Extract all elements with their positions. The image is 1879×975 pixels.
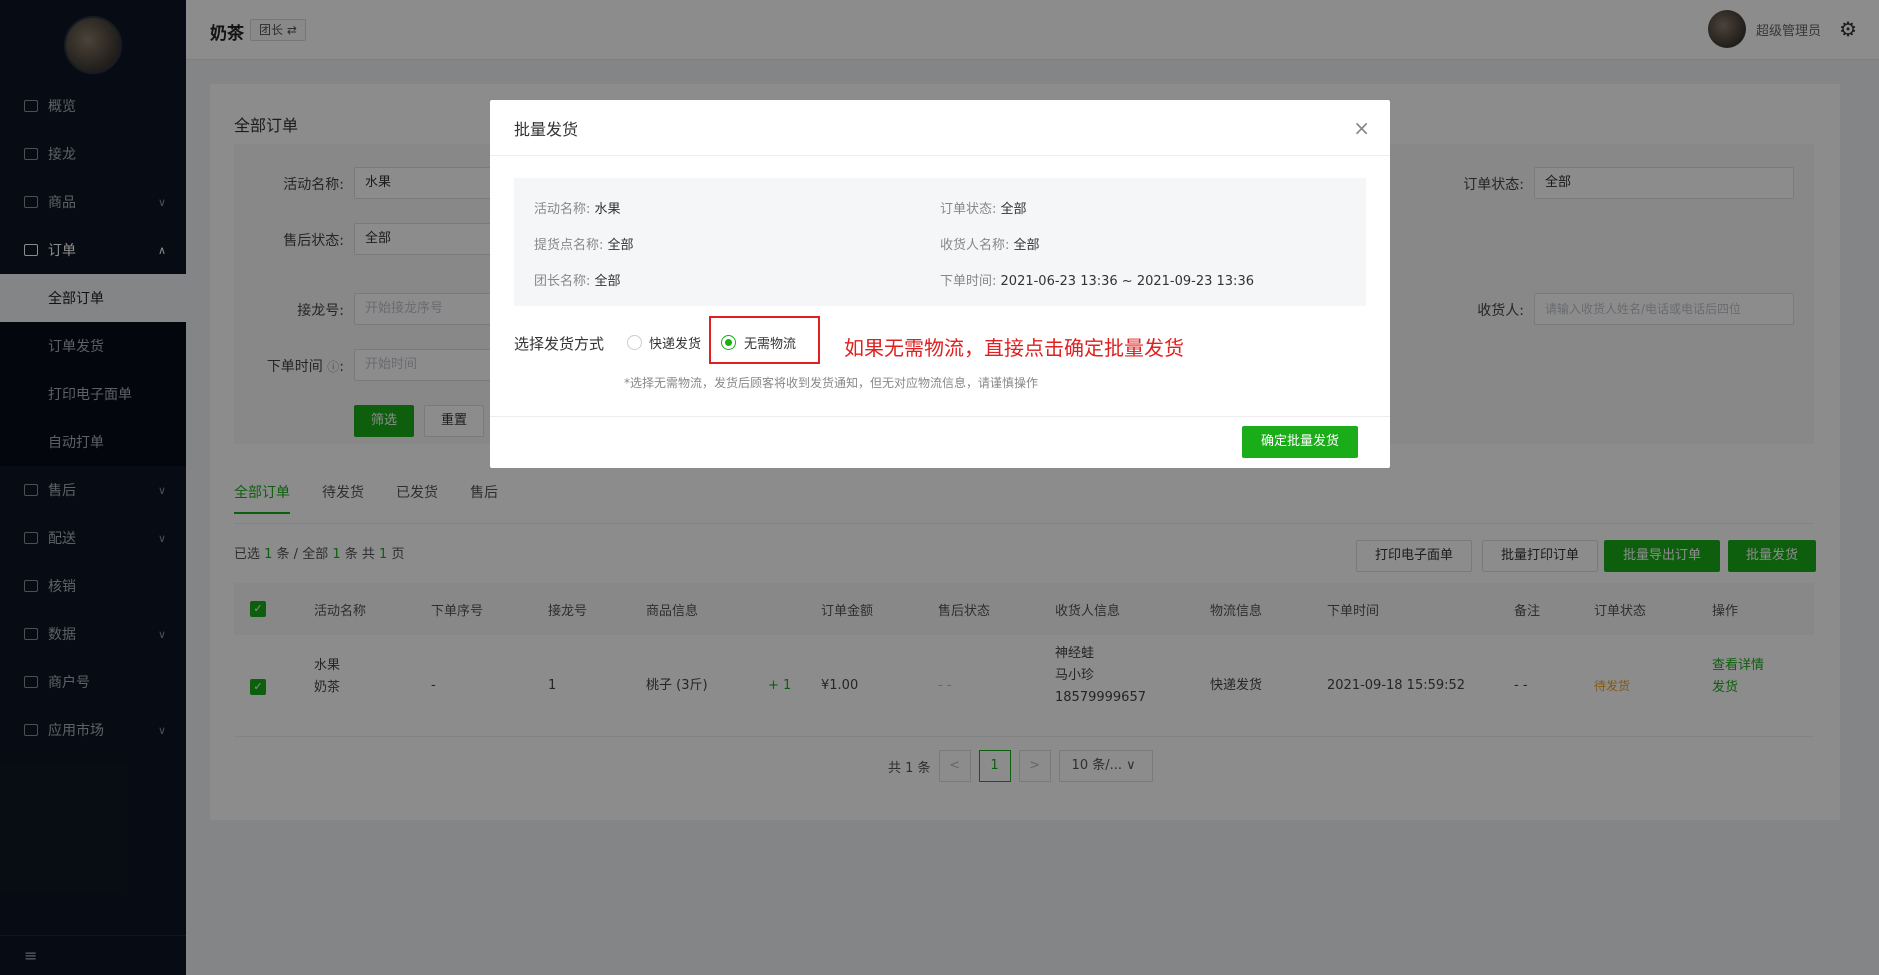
filter-summary: 活动名称: 水果 提货点名称: 全部 团长名称: 全部 订单状态: 全部 收货人… (514, 178, 1366, 306)
modal-title: 批量发货 (514, 119, 579, 139)
no-logistics-hint: *选择无需物流，发货后顾客将收到发货通知，但无对应物流信息，请谨慎操作 (624, 376, 1039, 390)
radio-express[interactable] (627, 335, 642, 350)
ship-method-label: 选择发货方式 (514, 335, 605, 353)
summary-status: 订单状态: 全部 (940, 202, 1027, 217)
summary-time: 下单时间: 2021-06-23 13:36 ~ 2021-09-23 13:3… (940, 274, 1254, 289)
modal-footer-divider (490, 416, 1390, 417)
summary-leader: 团长名称: 全部 (534, 274, 621, 289)
radio-no-logistics-label[interactable]: 无需物流 (744, 333, 796, 352)
radio-express-label[interactable]: 快递发货 (649, 333, 701, 352)
annotation-text: 如果无需物流，直接点击确定批量发货 (844, 336, 1184, 360)
modal-header: 批量发货 × (490, 100, 1390, 156)
batch-ship-modal: 批量发货 × 活动名称: 水果 提货点名称: 全部 团长名称: 全部 订单状态:… (490, 100, 1390, 468)
summary-pickup: 提货点名称: 全部 (534, 238, 634, 253)
summary-activity: 活动名称: 水果 (534, 202, 621, 217)
close-icon[interactable]: × (1353, 116, 1370, 140)
radio-no-logistics[interactable] (721, 335, 736, 350)
summary-receiver: 收货人名称: 全部 (940, 238, 1040, 253)
confirm-batch-ship-button[interactable]: 确定批量发货 (1242, 426, 1358, 458)
